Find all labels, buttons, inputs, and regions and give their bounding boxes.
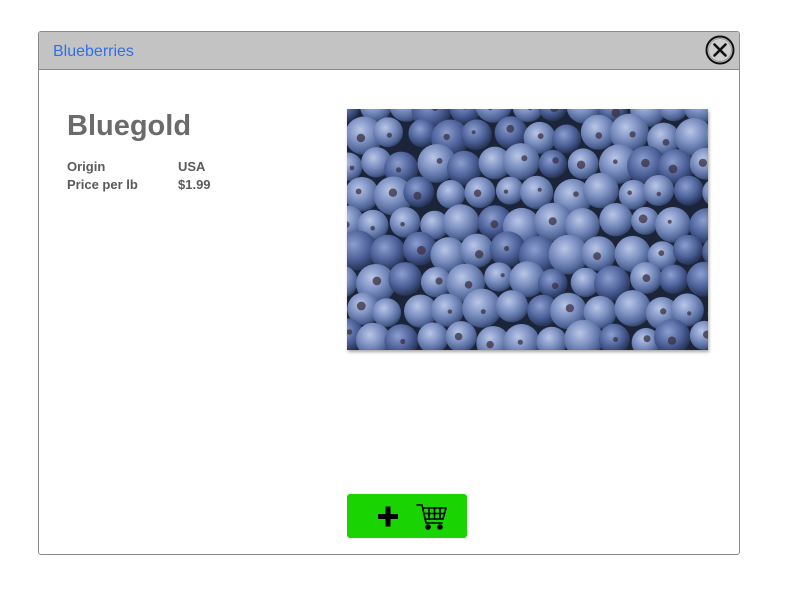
origin-label: Origin bbox=[67, 159, 106, 174]
price-label: Price per lb bbox=[67, 177, 138, 192]
berry-crown bbox=[473, 189, 482, 197]
berry-crown bbox=[662, 139, 670, 146]
berry bbox=[372, 298, 402, 327]
berry-crown bbox=[464, 281, 473, 289]
berry-crown bbox=[356, 133, 366, 143]
berry-crown bbox=[517, 339, 523, 345]
berry bbox=[552, 124, 582, 154]
berry-crown bbox=[627, 190, 632, 195]
berry-crown bbox=[641, 158, 650, 168]
berry bbox=[484, 262, 514, 292]
berry-crown bbox=[552, 157, 559, 164]
berry-crown bbox=[349, 165, 355, 171]
berry-crown bbox=[576, 160, 586, 169]
berry-crown bbox=[400, 338, 406, 345]
berry-crown bbox=[413, 191, 422, 200]
berry bbox=[461, 119, 492, 151]
berry-crown bbox=[521, 155, 528, 162]
berry bbox=[583, 172, 619, 209]
berry-crown bbox=[613, 337, 619, 342]
berry bbox=[495, 290, 529, 323]
close-icon bbox=[705, 35, 735, 65]
berry-crown bbox=[613, 159, 618, 164]
close-button[interactable] bbox=[705, 35, 735, 65]
berry bbox=[495, 176, 524, 205]
berry-crown bbox=[660, 308, 667, 315]
berry-crown bbox=[565, 304, 574, 313]
berry-crown bbox=[656, 191, 661, 197]
product-photo bbox=[347, 109, 708, 350]
berry-crown bbox=[388, 188, 398, 197]
berry bbox=[673, 175, 704, 206]
berry-crown bbox=[500, 273, 505, 278]
berry-crown bbox=[355, 188, 362, 195]
product-dialog: Blueberries Bluegold Origin USA Price per… bbox=[38, 31, 740, 555]
berry-crown bbox=[480, 309, 486, 315]
berry-crown bbox=[486, 340, 494, 349]
origin-value: USA bbox=[178, 159, 206, 174]
berry bbox=[373, 117, 403, 148]
berry-crown bbox=[400, 221, 405, 227]
berry bbox=[462, 288, 502, 328]
berry-crown bbox=[443, 133, 450, 141]
berry-crown bbox=[642, 274, 651, 282]
dialog-titlebar: Blueberries bbox=[39, 32, 739, 70]
berry-crown bbox=[454, 332, 463, 341]
berry-crown bbox=[386, 132, 392, 138]
detail-row-price: Price per lb $1.99 bbox=[67, 176, 211, 194]
berry-crown bbox=[503, 189, 509, 194]
berry-crown bbox=[698, 158, 707, 167]
berry-crown bbox=[356, 301, 366, 311]
berry-crown bbox=[475, 250, 484, 259]
berry-crown bbox=[447, 309, 453, 314]
berry-crown bbox=[471, 130, 476, 135]
berry-crown bbox=[552, 282, 559, 289]
berry bbox=[538, 149, 567, 179]
product-name: Bluegold bbox=[67, 110, 192, 142]
berry bbox=[599, 203, 633, 237]
add-to-cart-button[interactable] bbox=[347, 494, 467, 538]
berry-crown bbox=[638, 214, 648, 224]
berry-crown bbox=[506, 124, 515, 133]
berry-crown bbox=[372, 276, 382, 286]
berry-crown bbox=[593, 252, 601, 260]
berry-crown bbox=[668, 164, 678, 174]
berry-crown bbox=[667, 219, 672, 224]
berry-crown bbox=[537, 187, 542, 192]
berry bbox=[659, 264, 689, 294]
berry-crown bbox=[687, 311, 692, 316]
berry-crown bbox=[417, 245, 426, 255]
berry-crown bbox=[658, 250, 665, 256]
berry-crown bbox=[667, 336, 677, 345]
plus-icon bbox=[378, 506, 398, 527]
berry-crown bbox=[490, 220, 499, 229]
berry-crown bbox=[643, 335, 651, 343]
berry-crown bbox=[573, 191, 579, 197]
detail-row-origin: Origin USA bbox=[67, 158, 211, 176]
berry bbox=[673, 234, 703, 265]
blueberries-image bbox=[347, 109, 708, 350]
price-value: $1.99 bbox=[178, 177, 211, 192]
shopping-cart-icon bbox=[416, 504, 447, 530]
berry bbox=[388, 262, 423, 296]
berry-crown bbox=[504, 245, 510, 252]
berry bbox=[614, 290, 651, 327]
berry-crown bbox=[548, 217, 557, 226]
add-to-cart-icons bbox=[378, 504, 447, 530]
dialog-title: Blueberries bbox=[53, 43, 134, 60]
berry-crown bbox=[537, 133, 544, 139]
product-details: Origin USA Price per lb $1.99 bbox=[67, 158, 211, 194]
berry bbox=[403, 176, 435, 208]
berry-crown bbox=[435, 277, 443, 285]
berry-crown bbox=[370, 225, 375, 231]
berry-crown bbox=[396, 167, 402, 173]
berry bbox=[502, 143, 540, 180]
berry-crown bbox=[595, 132, 603, 139]
berry-crown bbox=[436, 158, 443, 164]
berry bbox=[643, 175, 675, 206]
berry-crown bbox=[629, 131, 636, 138]
berry bbox=[460, 233, 494, 268]
